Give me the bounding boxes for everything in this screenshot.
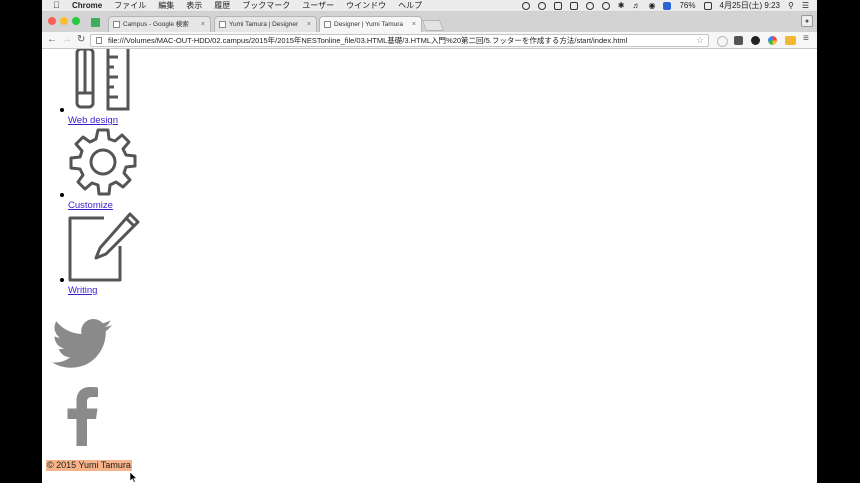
close-icon[interactable]: × xyxy=(412,17,416,32)
tab-strip: Campus - Google 検索 × Yumi Tamura | Desig… xyxy=(42,12,817,33)
service-item-customize xyxy=(68,128,138,198)
volume-icon[interactable]: ♬ xyxy=(633,0,641,11)
notification-center-icon[interactable]: ☰ xyxy=(802,0,809,11)
clock[interactable]: 4月25日(土) 9:23 xyxy=(720,0,780,11)
menu-history[interactable]: 履歴 xyxy=(214,0,230,11)
address-bar[interactable]: file:///Volumes/MAC-OUT-HDD/02.campus/20… xyxy=(90,34,709,47)
list-bullet xyxy=(60,193,64,197)
reload-button[interactable]: ↻ xyxy=(77,33,85,47)
minimize-window-button[interactable] xyxy=(60,17,68,25)
back-button[interactable]: ← xyxy=(47,33,57,47)
bookmark-star-icon[interactable]: ☆ xyxy=(696,35,704,46)
close-icon[interactable]: × xyxy=(307,17,311,32)
sync-icon[interactable] xyxy=(537,1,546,10)
close-window-button[interactable] xyxy=(48,17,56,25)
tab-title: Yumi Tamura | Designer xyxy=(229,21,299,28)
url-text: file:///Volumes/MAC-OUT-HDD/02.campus/20… xyxy=(108,36,628,45)
record-icon[interactable] xyxy=(521,1,530,10)
battery-percent[interactable]: 76% xyxy=(679,0,695,11)
pencil-ruler-icon xyxy=(75,49,130,111)
menu-bookmarks[interactable]: ブックマーク xyxy=(242,0,290,11)
tab-yumi-designer[interactable]: Yumi Tamura | Designer × xyxy=(214,16,317,32)
service-item-web-design xyxy=(68,49,134,113)
battery-icon xyxy=(703,1,712,10)
web-design-link[interactable]: Web design xyxy=(68,115,118,126)
time-machine-icon[interactable] xyxy=(601,1,610,10)
close-icon[interactable]: × xyxy=(201,17,205,32)
wifi-icon[interactable]: ◉ xyxy=(649,0,656,11)
circle-icon[interactable] xyxy=(585,1,594,10)
twitter-link[interactable] xyxy=(52,319,112,374)
mouse-cursor-icon xyxy=(130,472,138,483)
tab-title: Campus - Google 検索 xyxy=(123,21,189,28)
forward-button[interactable]: → xyxy=(62,33,72,47)
list-bullet xyxy=(60,278,64,282)
menu-edit[interactable]: 編集 xyxy=(158,0,174,11)
menu-window[interactable]: ウインドウ xyxy=(346,0,386,11)
menu-user[interactable]: ユーザー xyxy=(302,0,334,11)
extension-dark-icon[interactable] xyxy=(751,36,760,45)
page-viewport: Web design Customize Writing © 2015 Yumi… xyxy=(42,49,817,483)
browser-toolbar: ← → ↻ file:///Volumes/MAC-OUT-HDD/02.cam… xyxy=(42,32,817,49)
apps-icon[interactable] xyxy=(91,18,100,27)
status-area: ✱ ♬ ◉ 76% 4月25日(土) 9:23 ⚲ ☰ xyxy=(521,0,809,11)
spotlight-icon[interactable]: ⚲ xyxy=(788,0,794,11)
tab-campus-search[interactable]: Campus - Google 検索 × xyxy=(108,16,211,32)
tab-title: Designer | Yumi Tamura xyxy=(334,21,404,28)
display-icon[interactable] xyxy=(553,1,562,10)
menu-items: Chrome ファイル 編集 表示 履歴 ブックマーク ユーザー ウインドウ ヘ… xyxy=(72,0,422,11)
tab-designer-yumi[interactable]: Designer | Yumi Tamura × xyxy=(319,16,422,33)
page-favicon-icon xyxy=(324,21,331,28)
menu-file[interactable]: ファイル xyxy=(114,0,146,11)
twitter-icon xyxy=(52,319,112,368)
google-favicon-icon xyxy=(113,21,120,28)
list-bullet xyxy=(60,108,64,112)
gear-icon xyxy=(69,128,137,196)
chrome-menu-icon[interactable]: ≡ xyxy=(803,32,809,46)
mac-menu-bar:  Chrome ファイル 編集 表示 履歴 ブックマーク ユーザー ウインドウ… xyxy=(42,0,817,12)
page-icon xyxy=(96,37,102,44)
menu-view[interactable]: 表示 xyxy=(186,0,202,11)
facebook-link[interactable] xyxy=(66,386,98,451)
facebook-icon xyxy=(67,387,98,446)
new-tab-button[interactable] xyxy=(421,20,445,31)
zoom-window-button[interactable] xyxy=(72,17,80,25)
dropbox-icon[interactable] xyxy=(569,1,578,10)
menu-app-name[interactable]: Chrome xyxy=(72,0,102,11)
service-item-writing xyxy=(68,212,140,282)
customize-link[interactable]: Customize xyxy=(68,200,113,211)
profile-icon[interactable]: ● xyxy=(801,15,813,27)
page-favicon-icon xyxy=(219,21,226,28)
footer-copyright: © 2015 Yumi Tamura xyxy=(46,460,132,471)
edit-icon xyxy=(68,212,140,282)
input-method-icon[interactable] xyxy=(663,1,672,10)
apple-icon[interactable]:  xyxy=(53,0,60,11)
menu-help[interactable]: ヘルプ xyxy=(398,0,422,11)
bluetooth-icon[interactable]: ✱ xyxy=(618,0,625,11)
extension-mail-icon[interactable] xyxy=(785,36,796,45)
extension-colorful-icon[interactable] xyxy=(768,36,777,45)
writing-link[interactable]: Writing xyxy=(68,285,97,296)
extension-ghost-icon[interactable] xyxy=(717,36,728,47)
extension-evernote-icon[interactable] xyxy=(734,36,743,45)
